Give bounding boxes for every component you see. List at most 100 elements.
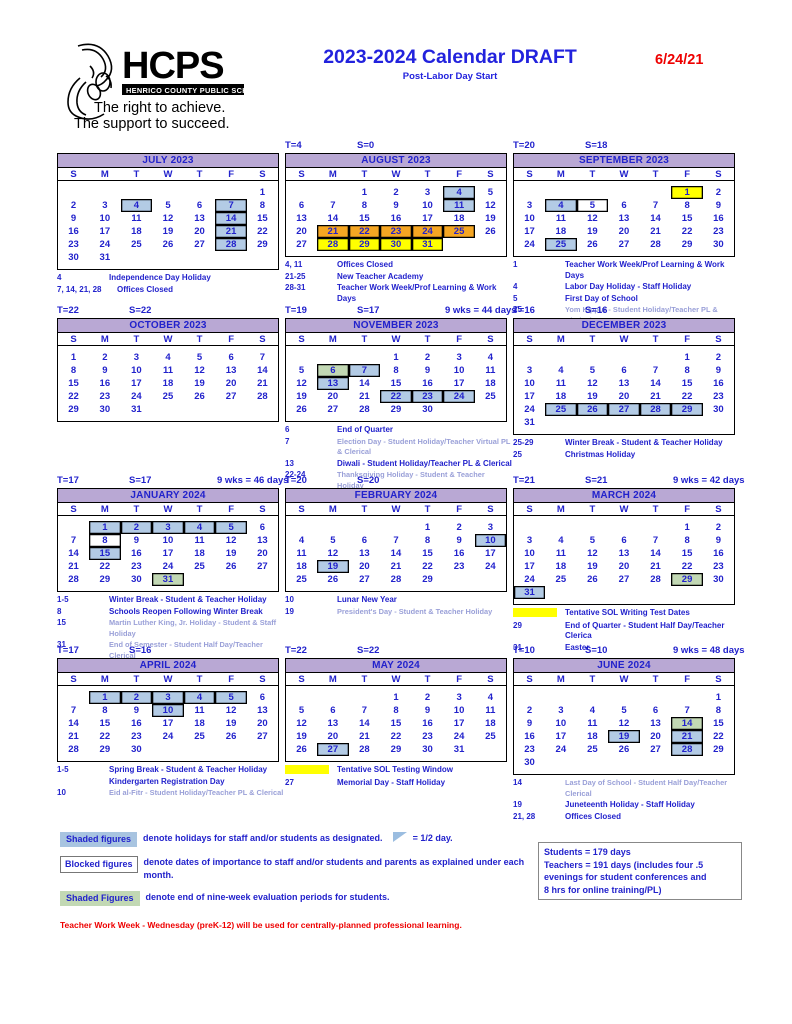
day-cell[interactable]: 15: [247, 212, 279, 225]
day-cell[interactable]: 24: [152, 730, 184, 743]
day-cell[interactable]: 20: [184, 225, 216, 238]
day-cell-highlighted[interactable]: 4: [443, 186, 475, 199]
day-cell[interactable]: 12: [286, 717, 318, 730]
day-cell-highlighted[interactable]: 3: [152, 521, 184, 534]
day-cell[interactable]: 15: [703, 717, 735, 730]
day-cell[interactable]: 19: [577, 560, 609, 573]
day-cell-highlighted[interactable]: 22: [380, 390, 412, 403]
day-cell-highlighted[interactable]: 1: [89, 521, 121, 534]
day-cell[interactable]: 3: [545, 704, 577, 717]
day-cell[interactable]: 8: [349, 199, 381, 212]
day-cell-highlighted[interactable]: 24: [411, 225, 444, 238]
day-cell[interactable]: 11: [184, 704, 216, 717]
day-cell[interactable]: 13: [608, 547, 640, 560]
day-cell-highlighted[interactable]: 14: [215, 212, 247, 225]
day-cell[interactable]: 12: [215, 534, 247, 547]
day-cell[interactable]: 11: [152, 364, 184, 377]
day-cell[interactable]: 27: [247, 730, 279, 743]
day-cell-highlighted[interactable]: 21: [671, 730, 703, 743]
day-cell[interactable]: 27: [608, 238, 640, 251]
day-cell[interactable]: 20: [640, 730, 672, 743]
day-cell-highlighted[interactable]: 8: [89, 534, 121, 547]
day-cell[interactable]: 19: [286, 390, 318, 403]
day-cell-highlighted[interactable]: 29: [348, 238, 381, 251]
day-cell[interactable]: 14: [317, 212, 349, 225]
day-cell-highlighted[interactable]: 2: [120, 521, 153, 534]
day-cell[interactable]: 16: [703, 547, 735, 560]
day-cell[interactable]: 29: [412, 573, 444, 586]
day-cell[interactable]: 7: [58, 534, 90, 547]
day-cell-highlighted[interactable]: 21: [317, 225, 349, 238]
day-cell[interactable]: 21: [640, 390, 672, 403]
day-cell-highlighted[interactable]: 28: [671, 743, 703, 756]
day-cell-highlighted[interactable]: 26: [576, 403, 609, 416]
day-cell[interactable]: 11: [577, 717, 609, 730]
day-cell[interactable]: 21: [58, 560, 90, 573]
day-cell-highlighted[interactable]: 31: [411, 238, 444, 251]
day-cell[interactable]: 26: [215, 560, 247, 573]
day-cell[interactable]: 21: [640, 560, 672, 573]
day-cell[interactable]: 24: [475, 560, 507, 573]
day-cell-highlighted[interactable]: 25: [545, 238, 577, 251]
day-cell[interactable]: 13: [215, 364, 247, 377]
day-cell[interactable]: 5: [608, 704, 640, 717]
day-cell[interactable]: 22: [671, 225, 703, 238]
day-cell[interactable]: 1: [349, 186, 381, 199]
day-cell[interactable]: 20: [349, 560, 381, 573]
day-cell[interactable]: 20: [317, 730, 349, 743]
day-cell[interactable]: 21: [58, 730, 90, 743]
day-cell[interactable]: 14: [58, 717, 90, 730]
day-cell-highlighted[interactable]: 6: [317, 364, 349, 377]
day-cell[interactable]: 19: [215, 547, 247, 560]
day-cell[interactable]: 24: [443, 730, 475, 743]
day-cell-highlighted[interactable]: 31: [513, 586, 546, 599]
day-cell[interactable]: 11: [121, 212, 153, 225]
day-cell[interactable]: 26: [317, 573, 349, 586]
day-cell-highlighted[interactable]: 28: [639, 403, 672, 416]
day-cell[interactable]: 17: [514, 225, 546, 238]
day-cell[interactable]: 21: [247, 377, 279, 390]
day-cell[interactable]: 24: [514, 573, 546, 586]
day-cell[interactable]: 22: [58, 390, 90, 403]
day-cell[interactable]: 4: [286, 534, 318, 547]
day-cell[interactable]: 17: [152, 717, 184, 730]
day-cell-highlighted[interactable]: 24: [443, 390, 475, 403]
day-cell[interactable]: 30: [89, 403, 121, 416]
day-cell[interactable]: 16: [703, 212, 735, 225]
day-cell[interactable]: 12: [152, 212, 184, 225]
day-cell[interactable]: 10: [514, 547, 546, 560]
day-cell[interactable]: 18: [545, 560, 577, 573]
day-cell[interactable]: 9: [121, 534, 153, 547]
day-cell[interactable]: 18: [286, 560, 318, 573]
day-cell[interactable]: 28: [349, 403, 381, 416]
day-cell[interactable]: 6: [608, 364, 640, 377]
day-cell-highlighted[interactable]: 10: [152, 704, 184, 717]
day-cell[interactable]: 3: [514, 534, 546, 547]
day-cell[interactable]: 8: [247, 199, 279, 212]
day-cell[interactable]: 6: [608, 534, 640, 547]
day-cell[interactable]: 5: [577, 364, 609, 377]
day-cell[interactable]: 7: [349, 704, 381, 717]
day-cell-highlighted[interactable]: 22: [348, 225, 381, 238]
day-cell[interactable]: 22: [380, 730, 412, 743]
day-cell[interactable]: 19: [577, 225, 609, 238]
day-cell[interactable]: 9: [703, 364, 735, 377]
day-cell[interactable]: 3: [412, 186, 444, 199]
day-cell[interactable]: 15: [58, 377, 90, 390]
day-cell[interactable]: 3: [475, 521, 507, 534]
day-cell[interactable]: 30: [121, 573, 153, 586]
day-cell[interactable]: 3: [443, 351, 475, 364]
day-cell[interactable]: 10: [89, 212, 121, 225]
day-cell-highlighted[interactable]: 28: [215, 238, 247, 251]
day-cell[interactable]: 9: [412, 364, 444, 377]
day-cell[interactable]: 29: [89, 743, 121, 756]
day-cell[interactable]: 25: [286, 573, 318, 586]
day-cell[interactable]: 1: [247, 186, 279, 199]
day-cell[interactable]: 13: [608, 377, 640, 390]
day-cell[interactable]: 2: [703, 351, 735, 364]
day-cell[interactable]: 10: [514, 377, 546, 390]
day-cell[interactable]: 6: [286, 199, 318, 212]
day-cell[interactable]: 5: [475, 186, 507, 199]
day-cell[interactable]: 13: [286, 212, 318, 225]
day-cell[interactable]: 23: [514, 743, 546, 756]
